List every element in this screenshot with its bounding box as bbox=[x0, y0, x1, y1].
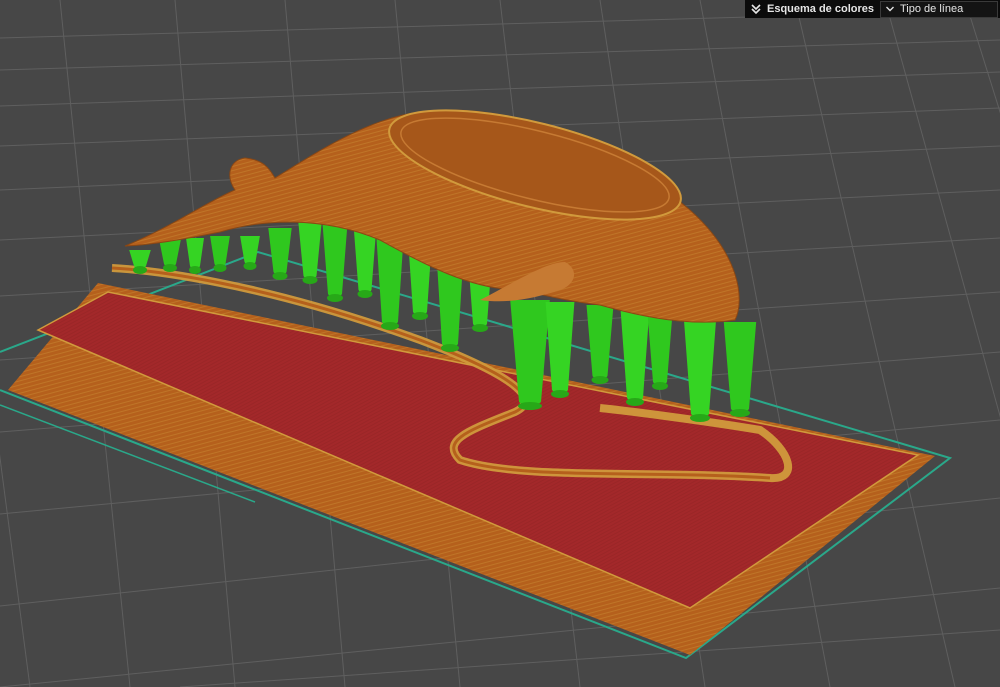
support-foot bbox=[652, 382, 668, 390]
support-foot bbox=[412, 312, 428, 320]
support-foot bbox=[213, 264, 227, 272]
support-foot bbox=[133, 266, 147, 274]
support-foot bbox=[272, 272, 288, 280]
chevron-down-icon bbox=[884, 3, 896, 15]
panel-title: Esquema de colores bbox=[767, 3, 874, 15]
support-foot bbox=[441, 344, 459, 352]
support-foot bbox=[381, 322, 399, 330]
support-foot bbox=[518, 402, 542, 410]
support-foot bbox=[189, 266, 201, 274]
support-foot bbox=[163, 264, 177, 272]
color-scheme-panel: Esquema de colores Tipo de línea bbox=[745, 0, 1000, 18]
support-foot bbox=[357, 290, 373, 298]
support-foot bbox=[626, 398, 644, 406]
support-foot bbox=[591, 376, 609, 384]
collapse-panel-button[interactable] bbox=[745, 0, 767, 18]
support-foot bbox=[730, 409, 750, 417]
support-foot bbox=[327, 294, 343, 302]
color-scheme-dropdown[interactable]: Tipo de línea bbox=[880, 0, 998, 18]
print-preview-scene[interactable] bbox=[0, 0, 1000, 687]
support-foot bbox=[243, 262, 257, 270]
support-foot bbox=[551, 390, 569, 398]
support-foot bbox=[472, 324, 488, 332]
double-chevron-down-icon bbox=[751, 4, 761, 15]
dropdown-selected-value: Tipo de línea bbox=[900, 3, 964, 15]
3d-viewport[interactable]: Esquema de colores Tipo de línea bbox=[0, 0, 1000, 687]
support-foot bbox=[302, 276, 318, 284]
support-foot bbox=[690, 414, 710, 422]
